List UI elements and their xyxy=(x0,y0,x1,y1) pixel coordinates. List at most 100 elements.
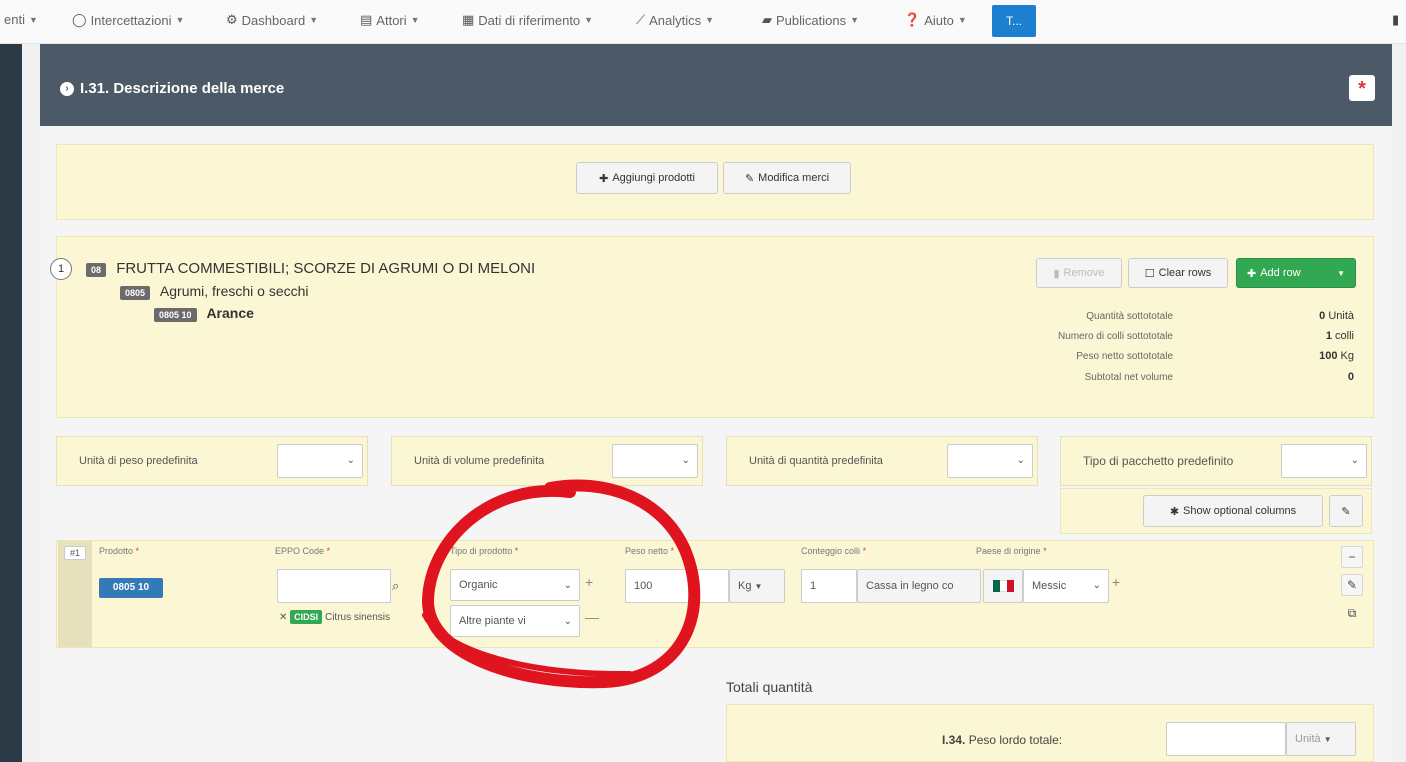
nav-item-aiuto[interactable]: ❓ Aiuto ▼ xyxy=(904,12,967,28)
gross-weight-input[interactable] xyxy=(1166,722,1286,756)
nav-item-enti[interactable]: enti ▼ xyxy=(4,12,38,27)
nav-item-dashboard[interactable]: ⚙ Dashboard ▼ xyxy=(226,12,318,28)
nav-item-dati-riferimento[interactable]: ▦ Dati di riferimento ▼ xyxy=(462,12,593,28)
caret-down-icon: ▼ xyxy=(28,14,38,25)
nav-item-attori[interactable]: ▤ Attori ▼ xyxy=(360,12,420,28)
user-icon: ▮ xyxy=(1392,12,1400,27)
weight-unit-value: Kg xyxy=(738,580,752,592)
weight-unit-select[interactable]: ⌄ xyxy=(277,444,363,478)
circle-icon: ◯ xyxy=(72,12,87,27)
show-optional-columns-label: Show optional columns xyxy=(1183,505,1297,517)
remove-label: Remove xyxy=(1063,267,1105,279)
user-menu-button[interactable]: T... xyxy=(992,5,1036,37)
gross-weight-unit-dropdown[interactable]: Unità ▼ xyxy=(1286,722,1356,756)
remove-button[interactable]: ▮ Remove xyxy=(1036,258,1122,288)
plus-icon[interactable]: + xyxy=(1112,574,1120,590)
default-package-type: Tipo di pacchetto predefinito ⌄ xyxy=(1060,436,1372,486)
panel-header: › I.31. Descrizione della merce * xyxy=(40,44,1392,126)
chevron-down-icon: ⌄ xyxy=(1092,580,1101,591)
eppo-selection: ✕ CIDSI Citrus sinensis xyxy=(279,610,390,624)
package-type-select[interactable]: ⌄ xyxy=(1281,444,1367,478)
nav-item-analytics[interactable]: ⟋ Analytics ▼ xyxy=(636,12,714,28)
subtotal-label: Numero di colli sottototale xyxy=(1057,331,1173,342)
heading-code-tag: 0805 xyxy=(120,286,151,300)
required-asterisk-icon: * xyxy=(1349,75,1375,101)
subtotal-number: 0 xyxy=(1347,371,1354,383)
totals-title: Totali quantità xyxy=(726,679,813,695)
collapse-minus-icon[interactable]: − xyxy=(1341,546,1363,568)
eppo-tag: CIDSI xyxy=(290,610,323,624)
remove-x-icon[interactable]: ✕ xyxy=(279,612,287,623)
plus-icon: ✚ xyxy=(599,172,609,185)
nav-label: Intercettazioni xyxy=(90,12,172,28)
show-optional-columns-button[interactable]: ✱ Show optional columns xyxy=(1143,495,1323,527)
caret-down-icon: ▼ xyxy=(705,15,715,25)
top-navbar: enti ▼ ◯ Intercettazioni ▼ ⚙ Dashboard ▼ ▤ Att… xyxy=(0,0,1406,44)
caret-down-icon[interactable]: ▼ xyxy=(1337,269,1345,278)
nav-item-publications[interactable]: ▰ Publications ▼ xyxy=(762,12,859,28)
line-chart-icon: ⟋ xyxy=(636,12,646,27)
subtotal-unit: Kg xyxy=(1340,350,1354,362)
required-star: * xyxy=(862,546,867,556)
left-gutter xyxy=(22,44,40,762)
row-index-badge: #1 xyxy=(64,546,86,560)
panel-title-text: I.31. Descrizione della merce xyxy=(80,80,285,97)
header-text: Conteggio colli xyxy=(801,546,861,556)
book-icon: ▰ xyxy=(762,12,772,27)
nav-label: Analytics xyxy=(649,12,702,28)
heading-row: 0805 Agrumi, freschi o secchi xyxy=(120,283,309,300)
product-code-chip[interactable]: 0805 10 xyxy=(99,578,163,598)
chevron-down-icon: ⌄ xyxy=(1016,455,1025,466)
gross-weight-unit-value: Unità xyxy=(1295,733,1321,745)
header-text: EPPO Code xyxy=(275,546,325,556)
gross-weight-label: I.34. Peso lordo totale: xyxy=(942,733,1062,747)
nav-item-intercettazioni[interactable]: ◯ Intercettazioni ▼ xyxy=(72,12,184,28)
table-icon: ▦ xyxy=(462,12,475,27)
edit-goods-button[interactable]: ✎ Modifica merci xyxy=(723,162,851,194)
header-text: Paese di origine xyxy=(976,546,1041,556)
add-row-label: Add row xyxy=(1260,267,1301,279)
origin-country-value: Messic xyxy=(1032,580,1067,592)
required-star: * xyxy=(135,546,140,556)
required-star: * xyxy=(326,546,331,556)
default-weight-unit-label: Unità di peso predefinita xyxy=(79,455,198,467)
add-products-button[interactable]: ✚ Aggiungi prodotti xyxy=(576,162,718,194)
clear-rows-label: Clear rows xyxy=(1158,267,1212,279)
chapter-label: FRUTTA COMMESTIBILI; SCORZE DI AGRUMI O … xyxy=(116,260,536,277)
asterisk-icon: ✱ xyxy=(1169,505,1180,518)
add-row-button[interactable]: ✚ Add row ▼ xyxy=(1236,258,1356,288)
quantity-unit-select[interactable]: ⌄ xyxy=(947,444,1033,478)
subtotal-label: Quantità sottototale xyxy=(1086,311,1173,322)
dashboard-icon: ⚙ xyxy=(226,12,238,27)
subtotal-number: 0 xyxy=(1319,310,1326,322)
default-quantity-unit-label: Unità di quantità predefinita xyxy=(749,455,883,467)
subtotal-value: 0 xyxy=(1254,371,1354,383)
subtotal-unit: Unità xyxy=(1328,310,1354,322)
edit-pencil-icon[interactable]: ✎ xyxy=(1341,574,1363,596)
package-type-dropdown[interactable]: Cassa in legno co xyxy=(857,569,981,603)
caret-down-icon: ▼ xyxy=(754,581,763,591)
question-icon: ❓ xyxy=(904,12,921,27)
subtotal-label: Subtotal net volume xyxy=(1084,372,1173,383)
edit-columns-button[interactable]: ✎ xyxy=(1329,495,1363,527)
search-icon[interactable]: ⌕ xyxy=(392,578,399,594)
gross-weight-text: Peso lordo totale: xyxy=(968,733,1063,747)
chevron-right-circle-icon[interactable]: › xyxy=(60,81,74,96)
chapter-row: 08 FRUTTA COMMESTIBILI; SCORZE DI AGRUMI… xyxy=(86,260,535,277)
subheading-label: Arance xyxy=(206,305,254,321)
panel-title: › I.31. Descrizione della merce xyxy=(60,80,284,97)
col-header-origin: Paese di origine * xyxy=(976,546,1047,556)
copy-icon[interactable]: ⧉ xyxy=(1341,602,1363,624)
eppo-code-input[interactable] xyxy=(277,569,391,603)
header-text: Prodotto xyxy=(99,546,134,556)
nav-label: Publications xyxy=(776,12,847,28)
caret-down-icon: ▼ xyxy=(410,15,420,25)
weight-unit-dropdown[interactable]: Kg ▼ xyxy=(729,569,785,603)
package-count-input[interactable]: 1 xyxy=(801,569,857,603)
chevron-down-icon: ⌄ xyxy=(346,455,355,466)
origin-country-select[interactable]: Messic ⌄ xyxy=(1023,569,1109,603)
nav-label: Attori xyxy=(376,12,407,28)
required-star: * xyxy=(1043,546,1047,556)
caret-down-icon: ▼ xyxy=(584,15,594,25)
clear-rows-button[interactable]: ☐ Clear rows xyxy=(1128,258,1228,288)
